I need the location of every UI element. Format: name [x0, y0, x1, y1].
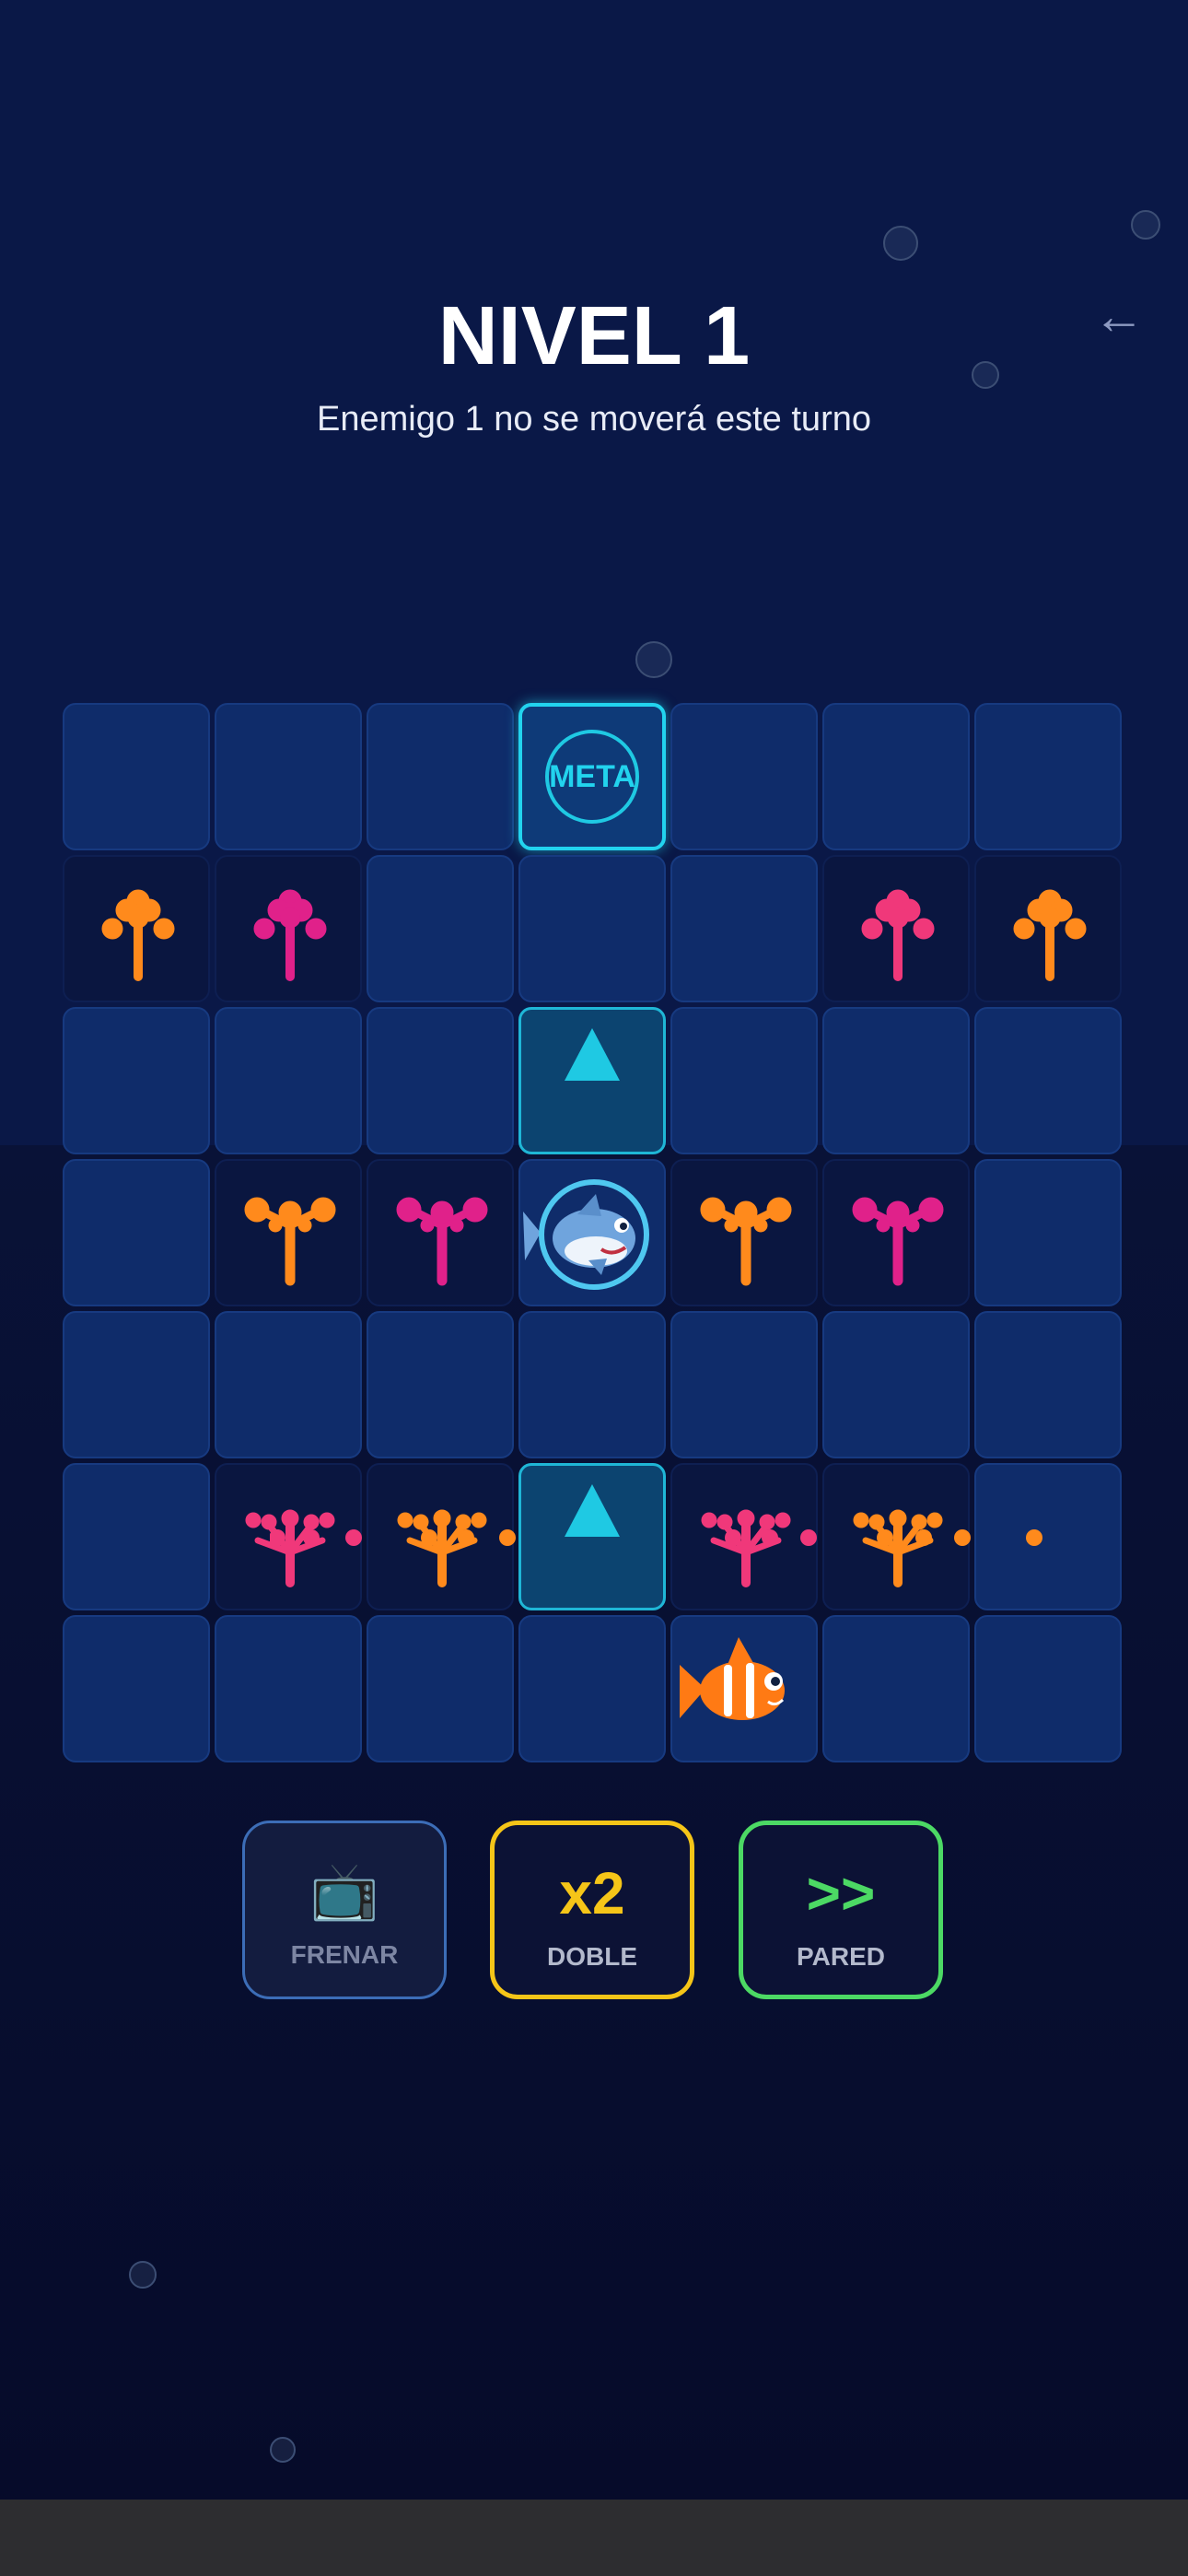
- goal-label: META: [549, 759, 635, 794]
- tv-icon: 📺: [309, 1860, 379, 1922]
- bubble-decoration: [883, 226, 918, 261]
- board-cell[interactable]: [367, 1311, 514, 1458]
- anemone-cell[interactable]: [974, 855, 1122, 1002]
- anemone-cell[interactable]: [822, 1159, 970, 1306]
- magenta-anemone-icon: [396, 1197, 488, 1286]
- board-cell[interactable]: [63, 1463, 210, 1610]
- bubble-decoration: [1131, 210, 1160, 240]
- goal-cell[interactable]: META: [518, 703, 666, 850]
- anemone-cell[interactable]: [367, 1159, 514, 1306]
- board-cell[interactable]: [974, 1615, 1122, 1762]
- shark-cell[interactable]: [518, 1159, 666, 1306]
- doble-button[interactable]: x2 DOBLE: [490, 1821, 694, 1999]
- board-cell[interactable]: [63, 1159, 210, 1306]
- board-cell[interactable]: [670, 703, 818, 850]
- board-cell[interactable]: [518, 855, 666, 1002]
- board-cell[interactable]: [215, 1007, 362, 1154]
- shark-icon: [523, 1179, 649, 1290]
- board-cell[interactable]: [63, 1007, 210, 1154]
- magenta-anemone-icon: [253, 889, 327, 981]
- board-cell[interactable]: [215, 1311, 362, 1458]
- board-cell[interactable]: [518, 1615, 666, 1762]
- board-cell[interactable]: [367, 855, 514, 1002]
- bubble-decoration: [129, 2261, 157, 2289]
- player-cell[interactable]: [670, 1615, 818, 1762]
- frenar-label: FRENAR: [290, 1940, 399, 1969]
- magenta-anemone-icon: [852, 1197, 944, 1286]
- pared-button[interactable]: >> PARED: [739, 1821, 943, 1999]
- anemone-cell[interactable]: [670, 1159, 818, 1306]
- board-cell[interactable]: [670, 1311, 818, 1458]
- board-cell[interactable]: [670, 855, 818, 1002]
- orange-anemone-icon: [700, 1197, 792, 1286]
- anemone-cell[interactable]: [63, 855, 210, 1002]
- doble-glyph: x2: [559, 1860, 625, 1926]
- board-cell[interactable]: [974, 1007, 1122, 1154]
- level-title: NIVEL 1: [437, 290, 751, 382]
- status-message: Enemigo 1 no se moverá este turno: [316, 400, 871, 439]
- board-cell[interactable]: [215, 1615, 362, 1762]
- frenar-button[interactable]: 📺 FRENAR: [242, 1821, 447, 1999]
- clownfish-icon: [680, 1637, 785, 1720]
- game-board: META: [63, 703, 1125, 1766]
- board-cell[interactable]: [518, 1311, 666, 1458]
- bubble-decoration: [635, 641, 672, 678]
- board-cell[interactable]: [822, 1615, 970, 1762]
- anemone-cell[interactable]: [215, 855, 362, 1002]
- board-cell[interactable]: [367, 1007, 514, 1154]
- board-cell[interactable]: [63, 1311, 210, 1458]
- board-cell[interactable]: [367, 1615, 514, 1762]
- path-cell[interactable]: [518, 1007, 666, 1154]
- anemone-cell[interactable]: [215, 1159, 362, 1306]
- up-arrow-icon: [565, 1028, 620, 1081]
- pared-glyph: >>: [806, 1860, 876, 1926]
- orange-anemone-icon: [1013, 889, 1087, 981]
- board-cell[interactable]: [974, 703, 1122, 850]
- board-cell[interactable]: [63, 1615, 210, 1762]
- anemone-cell[interactable]: [822, 855, 970, 1002]
- pared-label: PARED: [797, 1942, 885, 1971]
- orange-anemone-icon: [244, 1197, 336, 1286]
- board-cell[interactable]: [822, 1007, 970, 1154]
- board-cell[interactable]: [367, 703, 514, 850]
- board-cell[interactable]: [822, 703, 970, 850]
- board-cell[interactable]: [63, 703, 210, 850]
- orange-anemone-icon: [101, 889, 175, 981]
- system-bottom-bar: [0, 2500, 1188, 2576]
- board-cell[interactable]: [215, 703, 362, 850]
- board-cell[interactable]: [822, 1311, 970, 1458]
- bubble-decoration: [270, 2437, 296, 2463]
- doble-label: DOBLE: [547, 1942, 637, 1971]
- board-cell[interactable]: [974, 1159, 1122, 1306]
- board-cell[interactable]: [670, 1007, 818, 1154]
- board-cell[interactable]: [974, 1311, 1122, 1458]
- pink-anemone-icon: [861, 889, 935, 981]
- spore-beam-effect: [270, 1529, 1042, 1546]
